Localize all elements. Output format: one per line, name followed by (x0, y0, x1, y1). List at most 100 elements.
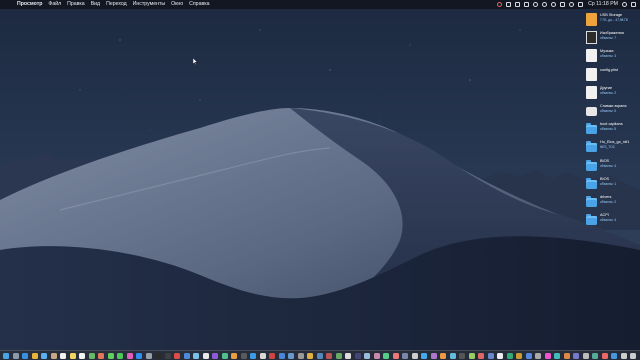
display-status-icon[interactable] (506, 2, 512, 7)
app-icon[interactable] (620, 352, 627, 359)
desktop-item-other[interactable]: Другие объекты: 2 (584, 85, 632, 103)
app-menu[interactable]: Просмотр (17, 0, 42, 9)
facetime-icon[interactable] (117, 352, 123, 359)
app-icon[interactable] (601, 352, 608, 359)
app-icon[interactable] (250, 352, 256, 359)
clock-status-icon[interactable] (542, 2, 548, 7)
app-icon[interactable] (373, 352, 380, 359)
calendar-icon[interactable] (60, 352, 66, 359)
app-icon[interactable] (259, 352, 266, 359)
app-icon[interactable] (449, 352, 456, 359)
app-icon[interactable] (611, 352, 617, 359)
trash-icon[interactable] (630, 352, 636, 359)
bluetooth-status-icon[interactable] (560, 2, 566, 7)
reminders-icon[interactable] (79, 352, 85, 359)
sync-status-icon[interactable] (533, 2, 539, 7)
menu-file[interactable]: Файл (48, 0, 61, 9)
app-icon[interactable] (544, 352, 551, 359)
menu-go[interactable]: Переход (106, 0, 127, 9)
app-icon[interactable] (525, 352, 532, 359)
app-icon[interactable] (278, 352, 285, 359)
menu-tools[interactable]: Инструменты (133, 0, 165, 9)
app-icon[interactable] (440, 352, 446, 359)
app-icon[interactable] (307, 352, 313, 359)
chrome-icon[interactable] (31, 352, 38, 359)
app-icon[interactable] (231, 352, 237, 359)
menubar-clock[interactable]: Ср 11:18 PM (588, 0, 618, 9)
launchpad-icon[interactable] (12, 352, 19, 359)
app-icon[interactable] (411, 352, 418, 359)
app-icon[interactable] (430, 352, 437, 359)
desktop-item-usb-storage[interactable]: USB Storage 7 ГБ, до... 47,98 ГБ (584, 12, 632, 30)
app-icon[interactable] (459, 352, 465, 359)
mail-icon[interactable] (41, 352, 47, 359)
desktop-item-folder[interactable]: ACPI объекты: 4 (584, 212, 632, 230)
menu-edit[interactable]: Правка (67, 0, 85, 9)
notification-center-icon[interactable] (631, 2, 636, 7)
desktop-item-folder[interactable]: drivers объекты: 2 (584, 194, 632, 212)
app-icon[interactable] (535, 352, 541, 359)
app-icon[interactable] (316, 352, 323, 359)
desktop-item-folder[interactable]: BIOS объекты: 1 (584, 176, 632, 194)
volume-status-icon[interactable] (578, 2, 584, 7)
app-icon[interactable] (326, 352, 332, 359)
appstore-icon[interactable] (136, 352, 142, 359)
app-icon[interactable] (421, 352, 427, 359)
app-icon[interactable] (497, 352, 503, 359)
app-icon[interactable] (487, 352, 494, 359)
safari-icon[interactable] (22, 352, 28, 359)
app-icon[interactable] (345, 352, 351, 359)
desktop-item-images[interactable]: Изображения объекты: 7 (584, 30, 632, 48)
app-icon[interactable] (202, 352, 209, 359)
app-icon[interactable] (240, 352, 247, 359)
finder-icon[interactable] (3, 352, 9, 359)
app-icon[interactable] (478, 352, 484, 359)
terminal-icon[interactable] (155, 352, 161, 359)
app-icon[interactable] (392, 352, 399, 359)
spotlight-icon[interactable] (622, 2, 627, 7)
help-status-icon[interactable] (551, 2, 557, 7)
itunes-icon[interactable] (126, 352, 133, 359)
app-icon[interactable] (402, 352, 408, 359)
menu-view[interactable]: Вид (91, 0, 100, 9)
app-icon[interactable] (288, 352, 294, 359)
activity-icon[interactable] (164, 352, 171, 359)
app-icon[interactable] (468, 352, 475, 359)
contacts-icon[interactable] (50, 352, 57, 359)
maps-icon[interactable] (88, 352, 95, 359)
desktop-item-config-plist[interactable]: config.plist (584, 67, 632, 85)
app-icon[interactable] (573, 352, 579, 359)
desktop-item-folder[interactable]: Ho_Elos_go_rdt1 NES_TOC (584, 139, 632, 157)
wifi-status-icon[interactable] (569, 2, 575, 7)
app-icon[interactable] (563, 352, 570, 359)
record-status-icon[interactable] (497, 2, 503, 7)
app-icon[interactable] (354, 352, 361, 359)
photos-icon[interactable] (98, 352, 104, 359)
app-icon[interactable] (582, 352, 589, 359)
app-icon[interactable] (193, 352, 199, 359)
app-icon[interactable] (335, 352, 342, 359)
desktop-item-music[interactable]: Музыка объекты: 3 (584, 48, 632, 66)
screen-status-icon[interactable] (515, 2, 521, 7)
desktop-item-folder[interactable]: boot capitans объекты: 5 (584, 121, 632, 139)
app-icon[interactable] (183, 352, 190, 359)
app-icon[interactable] (212, 352, 218, 359)
app-icon[interactable] (383, 352, 389, 359)
desktop-item-folder[interactable]: BIOS объекты: 4 (584, 158, 632, 176)
app-icon[interactable] (592, 352, 598, 359)
app-icon[interactable] (554, 352, 560, 359)
desktop-item-screenshots[interactable]: Снимки экрана объекты: 5 (584, 103, 632, 121)
app-icon[interactable] (269, 352, 275, 359)
app-icon[interactable] (516, 352, 522, 359)
app-icon[interactable] (297, 352, 304, 359)
app-icon[interactable] (174, 352, 180, 359)
preferences-icon[interactable] (145, 352, 152, 359)
drive-status-icon[interactable] (524, 2, 530, 7)
menu-help[interactable]: Справка (189, 0, 209, 9)
app-icon[interactable] (506, 352, 513, 359)
app-icon[interactable] (364, 352, 370, 359)
menu-window[interactable]: Окно (171, 0, 183, 9)
notes-icon[interactable] (69, 352, 76, 359)
app-icon[interactable] (221, 352, 228, 359)
messages-icon[interactable] (107, 352, 114, 359)
